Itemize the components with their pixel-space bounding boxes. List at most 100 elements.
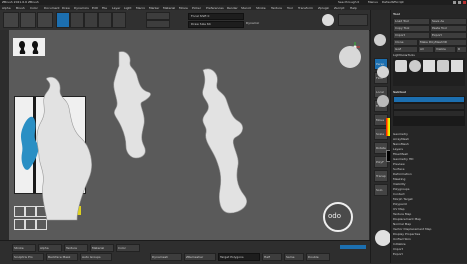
copy-tool-label: Copy Tool (395, 26, 410, 30)
section-contact[interactable]: Contact (393, 192, 405, 196)
canvas-viewport[interactable]: odo (9, 30, 369, 240)
section-displacement-map[interactable]: Displacement Map (393, 217, 421, 221)
section-normal-map[interactable]: Normal Map (393, 222, 411, 226)
draw-mode-button[interactable] (70, 12, 84, 28)
app-title: ZBrush 2021.6.6 (2, 0, 28, 4)
rotate-mode-button[interactable] (112, 12, 126, 28)
dynamic-toggle[interactable]: Dynamic (246, 21, 259, 25)
backface-mask-button[interactable]: Backface Mask (46, 253, 78, 261)
lightbox-tools-link[interactable]: Lightbox▸Tools (393, 53, 415, 57)
section-vector-displacement-map[interactable]: Vector Displacement Map (393, 227, 431, 231)
section-initialize[interactable]: Initialize (393, 242, 406, 246)
copy-tool-button[interactable]: Copy Tool (393, 25, 430, 32)
stroke-button[interactable]: Stroke (12, 244, 36, 252)
section-display-properties[interactable]: Display Properties (393, 232, 420, 236)
same-button[interactable]: Same (284, 253, 304, 261)
see-through-label[interactable]: See-through 0 (338, 0, 359, 4)
double-button[interactable]: Double (306, 253, 330, 261)
auto-groups-button[interactable]: Auto Groups (80, 253, 112, 261)
section-surface[interactable]: Surface (393, 167, 404, 171)
r-label: R (458, 47, 461, 51)
mrgb-button[interactable] (146, 12, 170, 20)
projection-master-icon[interactable] (3, 12, 19, 28)
head-orientation-icon (339, 46, 361, 68)
live-boolean-icon[interactable] (37, 12, 53, 28)
section-polygroups[interactable]: Polygroups (393, 187, 409, 191)
section-morph-target[interactable]: Morph Target (393, 197, 413, 201)
section-uv-map[interactable]: UV Map (393, 207, 405, 211)
minimize-icon[interactable] (453, 1, 456, 4)
edit-mode-button[interactable] (56, 12, 70, 28)
matcap-sphere-icon[interactable] (375, 230, 391, 246)
lightbox-icon[interactable] (20, 12, 36, 28)
menus-button[interactable]: Menus (368, 0, 378, 4)
stroke-label: Stroke (14, 246, 24, 250)
section-texture-map[interactable]: Texture Map (393, 212, 411, 216)
shelf-solo[interactable]: Solo (374, 184, 388, 196)
backface-mask-label: Backface Mask (48, 255, 71, 259)
import-button[interactable]: Import (393, 32, 430, 39)
close-icon[interactable] (463, 1, 466, 4)
tool-thumb-5[interactable] (451, 60, 463, 72)
visible-button[interactable]: Visible (434, 46, 456, 53)
color-button[interactable]: Color (116, 244, 140, 252)
shelf-transp-label: Transp (376, 174, 386, 178)
maximize-icon[interactable] (458, 1, 461, 4)
shelf-polyf-label: PolyF (376, 160, 384, 164)
material-button[interactable]: Material (90, 244, 114, 252)
shelf-transp[interactable]: Transp (374, 170, 388, 182)
default-script-label[interactable]: DefaultZScript (382, 0, 404, 4)
sculpt-models[interactable] (9, 30, 369, 240)
paste-tool-button[interactable]: Paste Tool (430, 25, 467, 32)
tool-thumb-1[interactable] (395, 60, 407, 72)
dynamesh-bottom-button[interactable]: Dynamesh (150, 253, 182, 261)
section-unified-skin[interactable]: Unified Skin (393, 237, 411, 241)
subtool-row[interactable] (394, 111, 464, 116)
save-as-button[interactable]: Save As (430, 18, 467, 25)
export-button[interactable]: Export (430, 32, 467, 39)
section-preview[interactable]: Preview (393, 162, 405, 166)
zremesher-button[interactable]: ZRemesher (184, 253, 216, 261)
r-button[interactable]: R (456, 46, 467, 53)
half-button[interactable]: Half (262, 253, 282, 261)
brush-alpha-icon[interactable] (377, 66, 389, 78)
sculptris-pro-button[interactable]: Sculptris Pro (12, 253, 44, 261)
section-geometry-hd[interactable]: Geometry HD (393, 157, 413, 161)
make-polymesh-button[interactable]: Make PolyMesh3D (418, 39, 467, 46)
section-geometry[interactable]: Geometry (393, 132, 408, 136)
half-label: Half (264, 255, 270, 259)
draw-size-slider[interactable]: Draw Size 64 (188, 21, 244, 28)
section-arraymesh[interactable]: ArrayMesh (393, 137, 409, 141)
subtool-header[interactable]: Subtool (393, 90, 406, 94)
move-mode-button[interactable] (84, 12, 98, 28)
section-visibility[interactable]: Visibility (393, 182, 406, 186)
section-masking[interactable]: Masking (393, 177, 405, 181)
section-import[interactable]: Import (393, 247, 403, 251)
section-polypaint[interactable]: Polypaint (393, 202, 407, 206)
focal-shift-slider[interactable]: Focal Shift 0 (188, 13, 244, 20)
section-fibermesh[interactable]: FiberMesh (393, 152, 408, 156)
section-export[interactable]: Export (393, 252, 403, 256)
section-layers[interactable]: Layers (393, 147, 403, 151)
dynamesh-button[interactable] (338, 14, 368, 26)
tool-thumb-2[interactable] (409, 60, 421, 72)
material-preview-icon[interactable] (377, 95, 389, 107)
subtool-row-active[interactable] (394, 97, 464, 102)
clone-button[interactable]: Clone (393, 39, 418, 46)
tool-thumb-4[interactable] (437, 60, 449, 72)
scale-mode-button[interactable] (98, 12, 112, 28)
subtool-row[interactable] (394, 104, 464, 109)
goz-button[interactable]: GoZ (393, 46, 418, 53)
subtool-list[interactable] (393, 96, 465, 126)
alpha-button[interactable]: Alpha (38, 244, 62, 252)
tool-thumb-3[interactable] (423, 60, 435, 72)
zadd-button[interactable] (146, 20, 170, 28)
material-sphere-icon[interactable] (374, 34, 386, 46)
section-nanomesh[interactable]: NanoMesh (393, 142, 409, 146)
target-polygons-slider[interactable]: Target Polygons (218, 253, 260, 261)
texture-button[interactable]: Texture (64, 244, 88, 252)
load-tool-button[interactable]: Load Tool (393, 18, 430, 25)
all-button[interactable]: All (418, 46, 434, 53)
section-deformation[interactable]: Deformation (393, 172, 412, 176)
brush-icon[interactable] (322, 14, 334, 26)
